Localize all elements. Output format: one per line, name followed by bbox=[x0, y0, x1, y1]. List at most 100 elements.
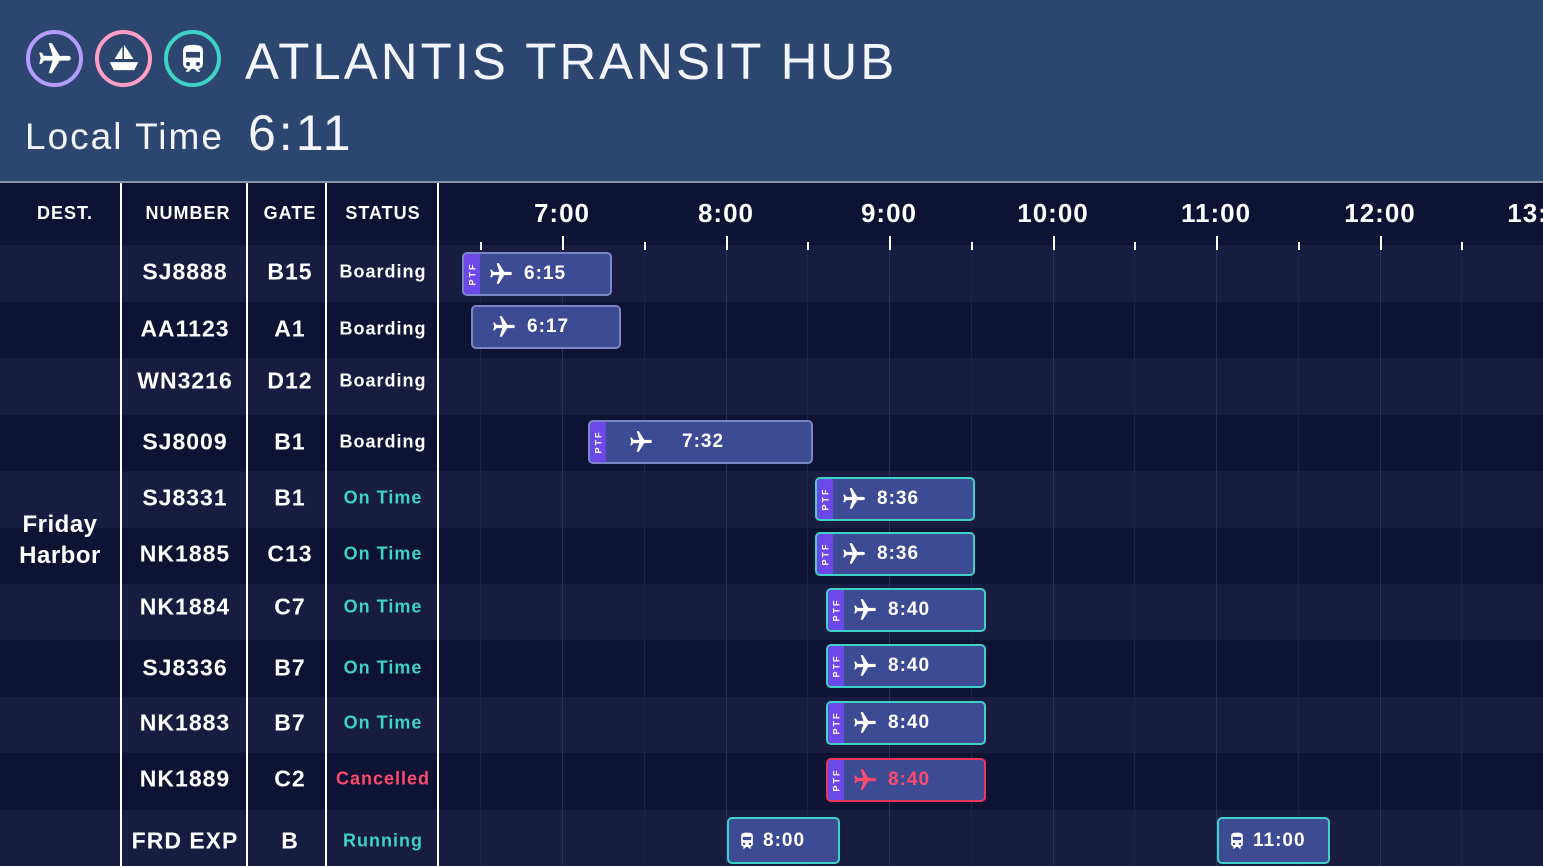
column-header-gate: GATE bbox=[263, 203, 317, 223]
train-departure-bar[interactable]: 8:00 bbox=[727, 817, 840, 864]
row-number: SJ8888 bbox=[142, 258, 228, 285]
row-gate: B15 bbox=[267, 258, 313, 285]
airplane-icon bbox=[628, 429, 654, 455]
timeline-tick bbox=[1134, 242, 1136, 250]
airplane-icon bbox=[852, 597, 878, 623]
timeline-tick bbox=[480, 242, 482, 250]
ptf-tag: PTF bbox=[828, 760, 844, 800]
airplane-icon bbox=[852, 710, 878, 736]
column-divider bbox=[325, 183, 327, 866]
column-divider bbox=[246, 183, 248, 866]
row-status: On Time bbox=[343, 487, 423, 508]
timeline-tick bbox=[1461, 242, 1463, 250]
row-status: On Time bbox=[343, 712, 423, 733]
row-number: AA1123 bbox=[140, 315, 230, 342]
column-header-number: NUMBER bbox=[145, 203, 231, 223]
ptf-tag-label: PTF bbox=[593, 430, 603, 454]
hub-title: ATLANTIS TRANSIT HUB bbox=[245, 33, 898, 90]
row-gate: B bbox=[281, 827, 299, 854]
row-band bbox=[0, 584, 1543, 640]
flight-departure-bar[interactable]: PTF 7:32 bbox=[588, 420, 813, 464]
row-status: Boarding bbox=[339, 431, 427, 452]
ptf-tag: PTF bbox=[828, 590, 844, 630]
column-header-status: STATUS bbox=[345, 203, 421, 223]
flight-departure-bar[interactable]: PTF 6:15 bbox=[462, 252, 612, 296]
ptf-tag-label: PTF bbox=[831, 598, 841, 622]
departure-time: 7:32 bbox=[682, 431, 725, 452]
row-gate: C7 bbox=[274, 593, 306, 620]
timeline-gridline bbox=[807, 241, 808, 866]
timeline-gridline bbox=[1053, 241, 1054, 866]
timeline-tick bbox=[1216, 236, 1218, 250]
ptf-tag: PTF bbox=[828, 703, 844, 743]
row-status: On Time bbox=[343, 543, 423, 564]
departure-time: 8:40 bbox=[888, 655, 931, 676]
departure-time: 6:15 bbox=[524, 263, 567, 284]
timeline-hour-label: 11:00 bbox=[1180, 198, 1252, 228]
airplane-icon bbox=[491, 314, 517, 340]
flight-departure-bar[interactable]: PTF 8:40 bbox=[826, 758, 986, 802]
row-band bbox=[0, 640, 1543, 697]
flight-departure-bar[interactable]: PTF 8:40 bbox=[826, 588, 986, 632]
timeline-tick bbox=[1380, 236, 1382, 250]
ptf-tag-label: PTF bbox=[820, 542, 830, 566]
row-status: Cancelled bbox=[335, 768, 431, 789]
airplane-icon bbox=[841, 541, 867, 567]
flight-departure-bar[interactable]: 6:17 bbox=[471, 305, 621, 349]
flight-departure-bar[interactable]: PTF 8:36 bbox=[815, 532, 975, 576]
timeline-tick bbox=[889, 236, 891, 250]
timeline-gridline bbox=[1298, 241, 1299, 866]
ptf-tag-label: PTF bbox=[467, 262, 477, 286]
airplane-icon bbox=[852, 653, 878, 679]
row-number: SJ8009 bbox=[142, 428, 228, 455]
row-number: SJ8336 bbox=[142, 654, 228, 681]
row-band bbox=[0, 245, 1543, 302]
flight-departure-bar[interactable]: PTF 8:36 bbox=[815, 477, 975, 521]
flight-departure-bar[interactable]: PTF 8:40 bbox=[826, 701, 986, 745]
departure-time: 8:36 bbox=[877, 488, 920, 509]
ptf-tag: PTF bbox=[817, 534, 833, 574]
row-band bbox=[0, 753, 1543, 810]
airplane-icon bbox=[852, 767, 878, 793]
departure-time: 8:00 bbox=[763, 829, 806, 851]
ptf-tag-label: PTF bbox=[820, 487, 830, 511]
timeline-hour-label: 8:00 bbox=[697, 198, 755, 228]
departure-time: 8:40 bbox=[888, 599, 931, 620]
departure-time: 11:00 bbox=[1253, 829, 1306, 851]
timeline-tick bbox=[726, 236, 728, 250]
departure-time: 8:40 bbox=[888, 769, 931, 790]
row-status: On Time bbox=[343, 657, 423, 678]
train-departure-bar[interactable]: 11:00 bbox=[1217, 817, 1330, 864]
row-gate: A1 bbox=[274, 315, 306, 342]
timeline-tick bbox=[1053, 236, 1055, 250]
row-number: WN3216 bbox=[137, 367, 233, 394]
ptf-tag: PTF bbox=[590, 422, 606, 462]
row-number: SJ8331 bbox=[142, 484, 228, 511]
timeline-gridline bbox=[726, 241, 727, 866]
row-number: NK1883 bbox=[139, 709, 231, 736]
row-gate: B1 bbox=[274, 428, 306, 455]
timeline-gridline bbox=[1461, 241, 1462, 866]
row-band bbox=[0, 302, 1543, 358]
row-status: On Time bbox=[343, 596, 423, 617]
row-status: Boarding bbox=[339, 261, 427, 282]
departure-time: 8:40 bbox=[888, 712, 931, 733]
airplane-icon bbox=[26, 30, 83, 87]
timeline-tick bbox=[971, 242, 973, 250]
timeline-tick bbox=[1298, 242, 1300, 250]
timeline-gridline bbox=[1380, 241, 1381, 866]
row-gate: D12 bbox=[267, 367, 313, 394]
ptf-tag: PTF bbox=[817, 479, 833, 519]
timeline-hour-label: 7:00 bbox=[533, 198, 591, 228]
flight-departure-bar[interactable]: PTF 8:40 bbox=[826, 644, 986, 688]
row-status: Boarding bbox=[339, 370, 427, 391]
row-number: FRD EXP bbox=[131, 827, 239, 854]
timeline-hour-label: 9:00 bbox=[860, 198, 918, 228]
timeline-tick bbox=[644, 242, 646, 250]
train-icon bbox=[737, 830, 757, 852]
ptf-tag-label: PTF bbox=[831, 711, 841, 735]
timeline-gridline bbox=[1216, 241, 1217, 866]
airplane-icon bbox=[488, 261, 514, 287]
ptf-tag: PTF bbox=[464, 254, 480, 294]
boat-icon bbox=[95, 30, 152, 87]
